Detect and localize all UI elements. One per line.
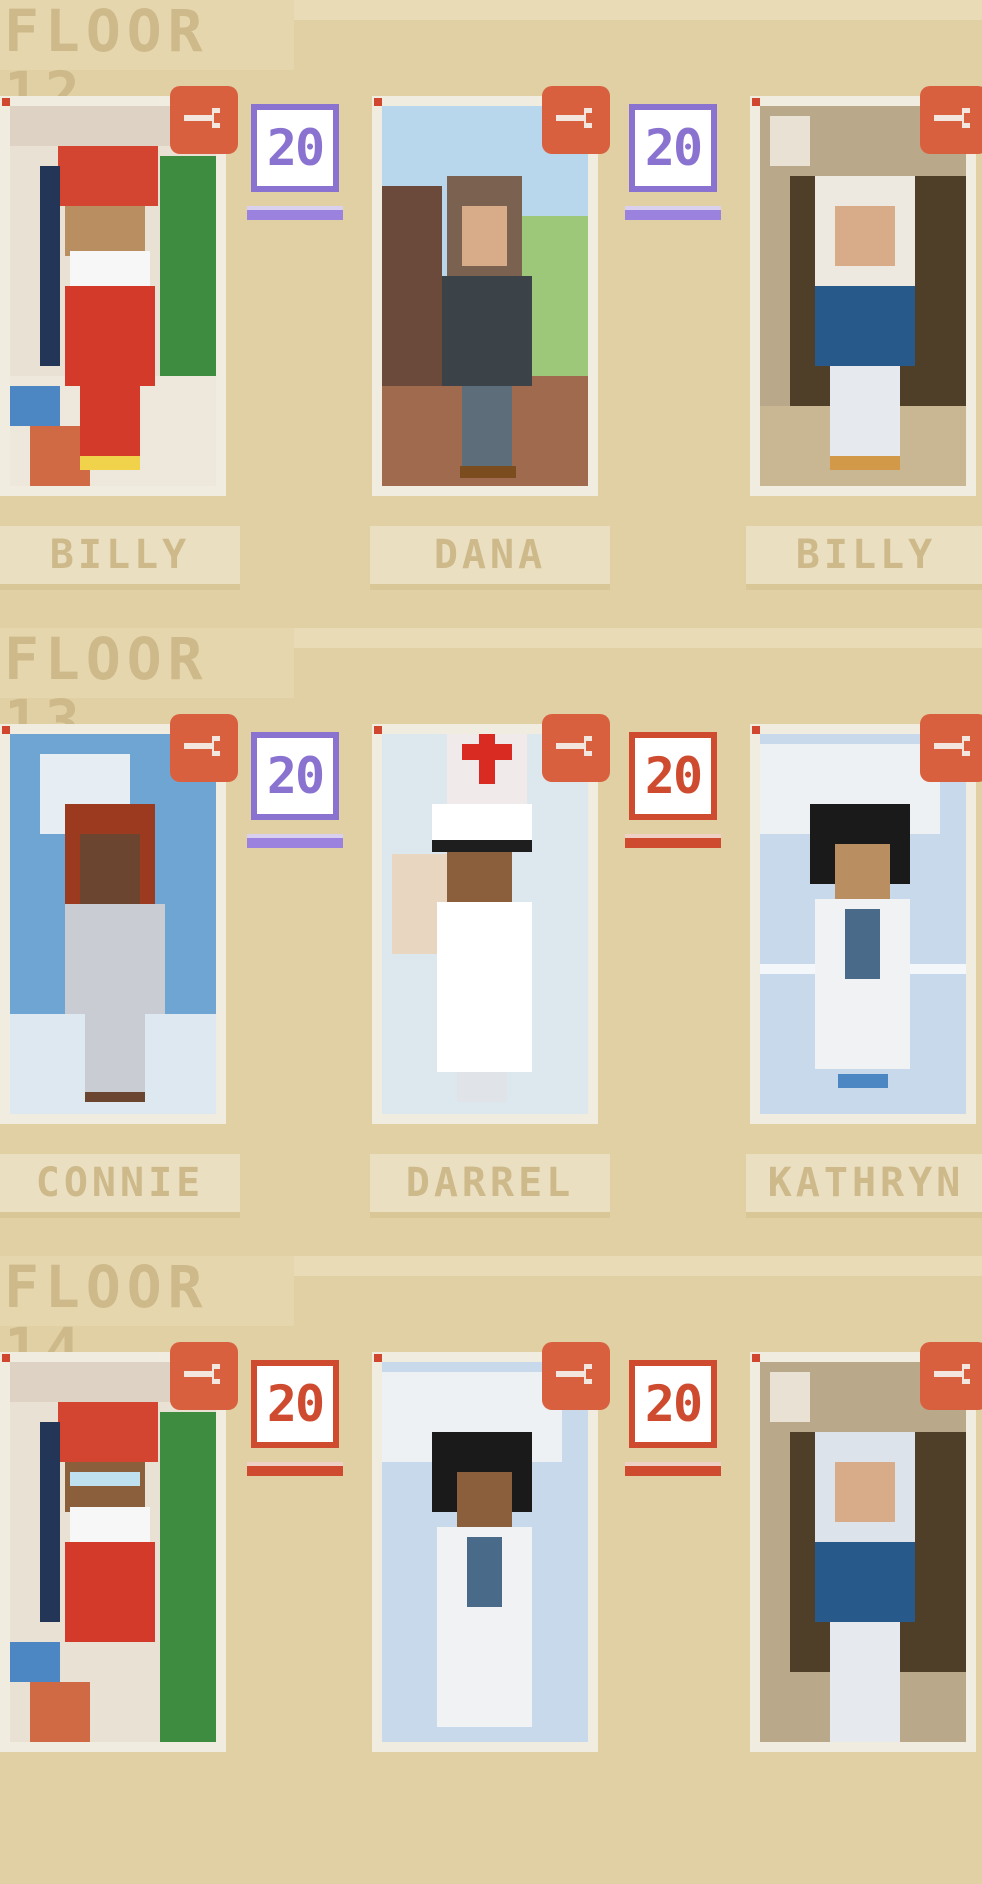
resident-scene (382, 106, 588, 486)
wrench-icon (554, 1362, 598, 1390)
resident-card[interactable] (372, 714, 610, 1124)
resident-scene (760, 734, 966, 1114)
resident-name: DANA (370, 526, 610, 590)
corner-dot (374, 726, 382, 734)
floor-label: FLOOR 13 (0, 628, 294, 752)
floor-label: FLOOR 14 (0, 1256, 294, 1380)
upgrade-button[interactable] (170, 714, 238, 782)
resident-scene (10, 106, 216, 486)
level-progress-bar (247, 1462, 343, 1476)
upgrade-button[interactable] (542, 86, 610, 154)
corner-dot (752, 98, 760, 106)
wrench-icon (554, 734, 598, 762)
wrench-icon (932, 734, 976, 762)
level-badge: 20 (629, 732, 717, 820)
level-badge: 20 (251, 732, 339, 820)
upgrade-button[interactable] (542, 714, 610, 782)
wrench-icon (182, 1362, 226, 1390)
resident-scene (760, 1362, 966, 1742)
floor-14: FLOOR 14 20 20 (0, 1256, 982, 1884)
corner-dot (752, 726, 760, 734)
resident-scene (382, 734, 588, 1114)
corner-dot (752, 1354, 760, 1362)
level-progress-bar (625, 206, 721, 220)
level-progress-bar (625, 834, 721, 848)
corner-dot (374, 98, 382, 106)
resident-card[interactable] (372, 86, 610, 496)
level-progress-bar (625, 1462, 721, 1476)
corner-dot (2, 726, 10, 734)
upgrade-button[interactable] (920, 714, 982, 782)
resident-card[interactable] (750, 714, 982, 1124)
corner-dot (2, 98, 10, 106)
level-badge: 20 (251, 1360, 339, 1448)
resident-card[interactable] (0, 714, 238, 1124)
floor-12: FLOOR 12 20 BILLY 20 DANA BILLY (0, 0, 982, 628)
resident-card[interactable] (0, 1342, 238, 1752)
corner-dot (2, 1354, 10, 1362)
upgrade-button[interactable] (920, 1342, 982, 1410)
resident-name: BILLY (0, 526, 240, 590)
resident-name: KATHRYN (746, 1154, 982, 1218)
wrench-icon (932, 106, 976, 134)
resident-card[interactable] (372, 1342, 610, 1752)
upgrade-button[interactable] (542, 1342, 610, 1410)
resident-scene (10, 734, 216, 1114)
level-progress-bar (247, 834, 343, 848)
wrench-icon (182, 106, 226, 134)
resident-card[interactable] (0, 86, 238, 496)
resident-name: DARREL (370, 1154, 610, 1218)
resident-card[interactable] (750, 1342, 982, 1752)
wrench-icon (554, 106, 598, 134)
level-badge: 20 (629, 1360, 717, 1448)
resident-scene (382, 1362, 588, 1742)
upgrade-button[interactable] (170, 86, 238, 154)
upgrade-button[interactable] (920, 86, 982, 154)
floor-label: FLOOR 12 (0, 0, 294, 124)
corner-dot (374, 1354, 382, 1362)
level-progress-bar (247, 206, 343, 220)
resident-name: CONNIE (0, 1154, 240, 1218)
upgrade-button[interactable] (170, 1342, 238, 1410)
resident-card[interactable] (750, 86, 982, 496)
floor-13: FLOOR 13 20 CONNIE 20 DARREL KATHRYN (0, 628, 982, 1256)
resident-scene (10, 1362, 216, 1742)
level-badge: 20 (629, 104, 717, 192)
wrench-icon (932, 1362, 976, 1390)
level-badge: 20 (251, 104, 339, 192)
resident-scene (760, 106, 966, 486)
resident-name: BILLY (746, 526, 982, 590)
wrench-icon (182, 734, 226, 762)
